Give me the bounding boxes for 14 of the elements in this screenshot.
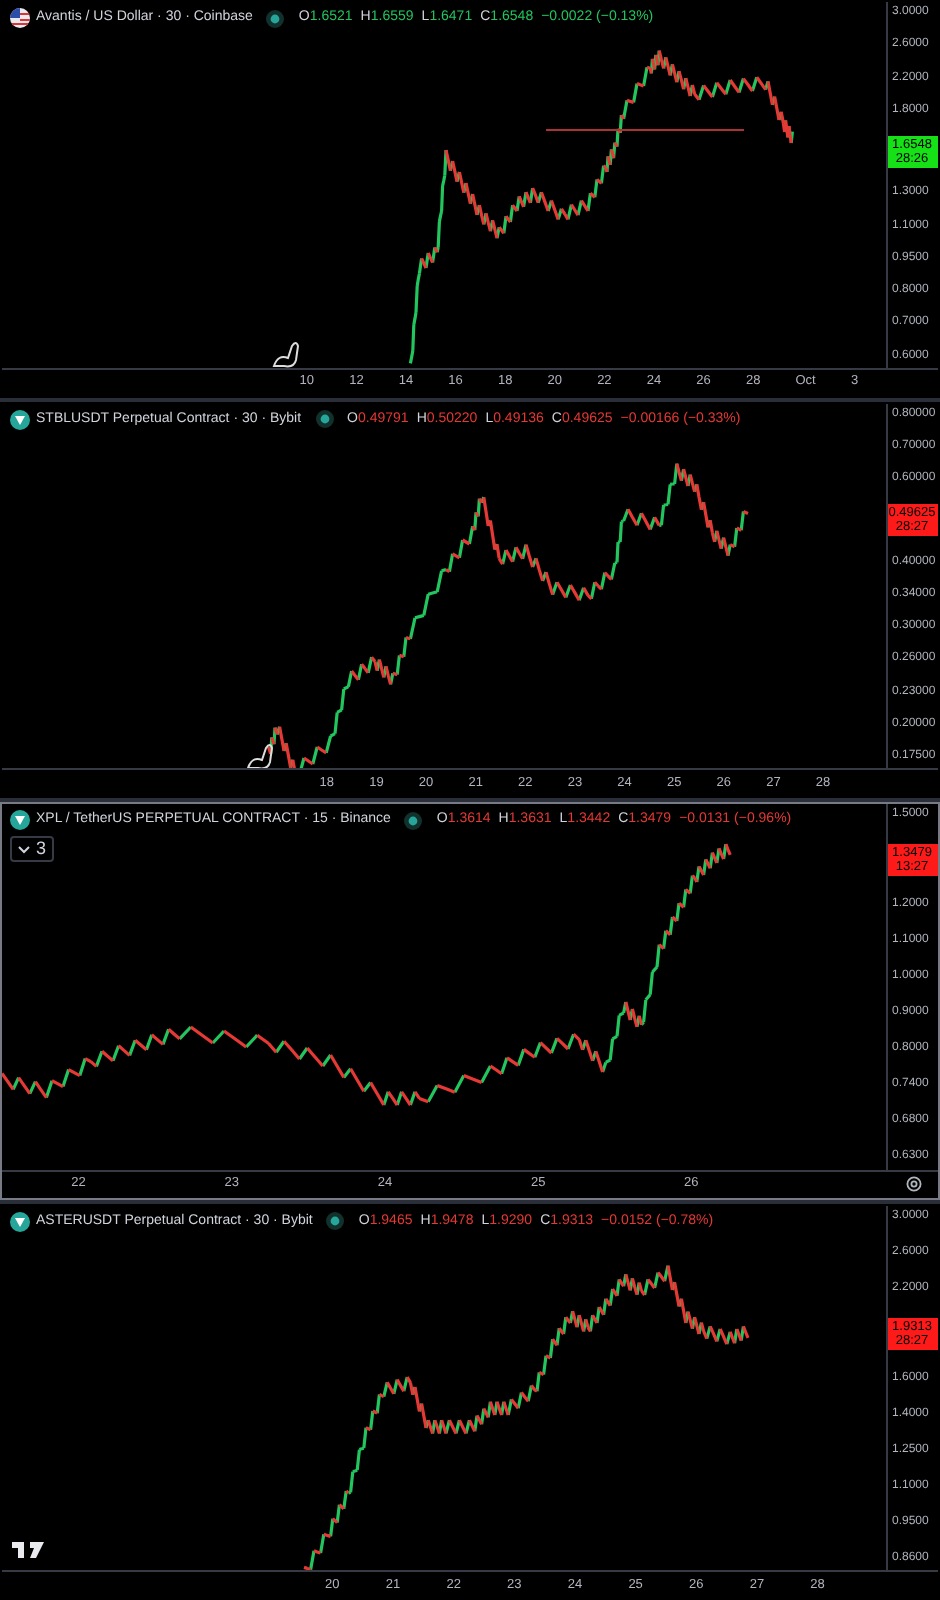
chart-pane[interactable] [0,0,940,397]
market-status-icon [404,811,423,829]
shield-icon [10,1211,30,1231]
settings-icon[interactable] [905,1176,921,1192]
market-status-icon [266,9,285,27]
chevron-icon [18,845,30,853]
indicators-toggle[interactable]: 3 [10,836,55,862]
shield-icon [10,810,30,830]
shield-icon [10,409,30,429]
market-status-icon [315,410,334,428]
market-status-icon [326,1212,345,1230]
flag-icon [10,8,30,28]
chart-pane[interactable] [0,401,940,798]
logo-icon [12,1542,44,1558]
